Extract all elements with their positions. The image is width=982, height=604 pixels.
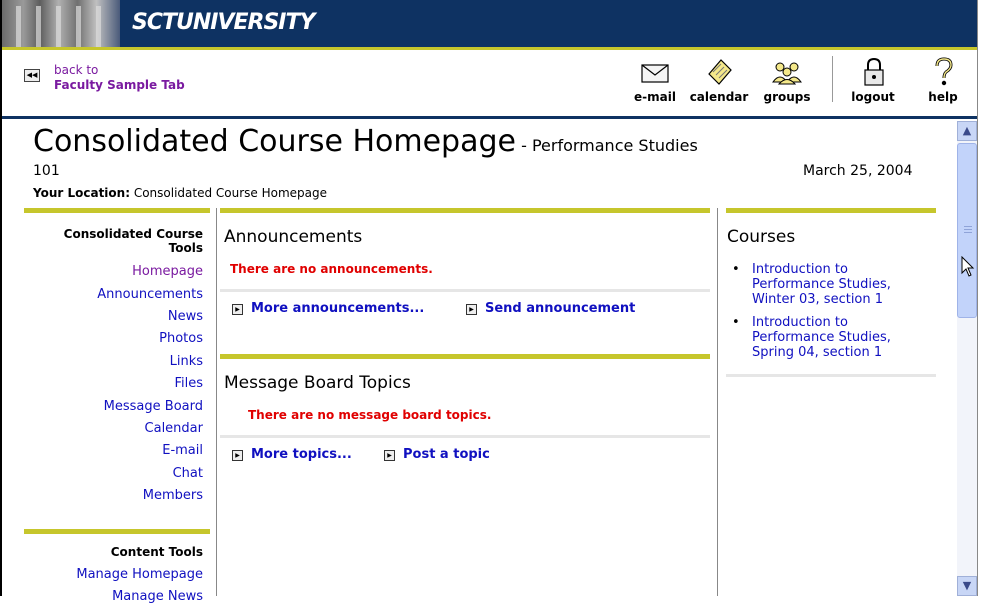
nav-link-chat[interactable]: Chat [40,466,203,481]
nav-link-email[interactable]: E-mail [40,443,203,458]
announcements-separator [220,289,710,292]
more-topics-label: More topics... [251,447,352,462]
nav-top-rule [24,208,210,213]
back-to-label[interactable]: back to [54,64,98,77]
help-button[interactable]: help [923,56,963,104]
scroll-up-icon[interactable]: ▲ [957,121,977,141]
course-list-item[interactable]: • Introduction to Performance Studies, S… [732,315,927,360]
groups-icon [772,62,802,85]
current-date: March 25, 2004 [803,163,913,179]
logout-button[interactable]: logout [848,56,898,104]
email-button[interactable]: e-mail [628,56,682,104]
calendar-label: calendar [689,90,749,104]
no-topics-message: There are no message board topics. [248,408,492,422]
message-board-separator [220,435,710,438]
campus-building-image [2,0,120,47]
scrollbar-thumb[interactable] [957,143,977,318]
nav-link-message-board[interactable]: Message Board [40,399,203,414]
bullet-icon: • [732,262,740,277]
page-subtitle: - Performance Studies [516,136,698,155]
no-announcements-message: There are no announcements. [230,262,433,276]
course-tools-heading: Consolidated Course Tools [63,227,203,255]
back-arrow-icon[interactable]: ◀◀ [24,69,40,82]
arrow-right-icon: ▶ [466,304,477,315]
logout-label: logout [851,90,895,104]
padlock-icon [864,57,884,86]
nav-link-members[interactable]: Members [40,488,203,503]
nav-link-manage-news[interactable]: Manage News [40,589,203,604]
message-board-rule [220,354,710,359]
column-divider-right [717,208,718,596]
more-topics-link[interactable]: ▶ More topics... [232,447,352,462]
envelope-icon [641,64,669,83]
message-board-title: Message Board Topics [224,373,411,393]
email-label: e-mail [634,90,676,104]
post-topic-link[interactable]: ▶ Post a topic [384,447,490,462]
help-label: help [928,90,958,104]
question-icon [935,57,953,86]
calendar-button[interactable]: calendar [686,56,752,104]
announcements-title: Announcements [224,227,363,247]
nav-link-calendar[interactable]: Calendar [40,421,203,436]
main-top-rule [220,208,710,213]
vertical-scrollbar[interactable]: ▲ ▼ [957,121,977,596]
course-number: 101 [33,163,60,179]
courses-top-rule [726,208,936,213]
toolbar-separator [832,56,833,102]
breadcrumb-label: Your Location: [33,186,131,200]
groups-button[interactable]: groups [757,56,817,104]
breadcrumb: Your Location: Consolidated Course Homep… [33,186,327,200]
breadcrumb-value: Consolidated Course Homepage [130,186,328,200]
arrow-right-icon: ▶ [384,450,395,461]
courses-separator [726,374,936,377]
nav-link-news[interactable]: News [40,309,203,324]
course-list-item[interactable]: • Introduction to Performance Studies, W… [732,262,927,307]
top-toolbar: ◀◀ back to Faculty Sample Tab e-mail cal… [2,50,977,116]
site-banner: SCTUNIVERSITY [2,0,977,47]
groups-label: groups [763,90,811,104]
send-announcement-label: Send announcement [485,301,636,316]
university-logo-text: SCTUNIVERSITY [132,10,315,35]
back-to-tab-link[interactable]: Faculty Sample Tab [54,78,185,92]
nav-link-manage-homepage[interactable]: Manage Homepage [40,567,203,582]
courses-title: Courses [727,227,796,247]
nav-link-photos[interactable]: Photos [40,331,203,346]
more-announcements-label: More announcements... [251,301,425,316]
nav-link-links[interactable]: Links [40,354,203,369]
arrow-right-icon: ▶ [232,304,243,315]
more-announcements-link[interactable]: ▶ More announcements... [232,301,424,316]
arrow-right-icon: ▶ [232,450,243,461]
course-link-spring-04[interactable]: Introduction to Performance Studies, Spr… [752,315,927,360]
bullet-icon: • [732,315,740,330]
toolbar-divider [2,116,977,119]
content-tools-heading: Content Tools [110,545,203,559]
post-topic-label: Post a topic [403,447,490,462]
nav-link-announcements[interactable]: Announcements [40,287,203,302]
calendar-icon [708,59,732,85]
nav-link-homepage[interactable]: Homepage [40,264,203,279]
scroll-down-icon[interactable]: ▼ [957,576,977,596]
content-tools-rule [24,529,210,534]
course-link-winter-03[interactable]: Introduction to Performance Studies, Win… [752,262,927,307]
mouse-pointer-icon [961,256,975,277]
nav-link-files[interactable]: Files [40,376,203,391]
column-divider-left [216,208,217,596]
send-announcement-link[interactable]: ▶ Send announcement [466,301,635,316]
page-title: Consolidated Course Homepage - Performan… [33,124,698,159]
page-title-text: Consolidated Course Homepage [33,124,516,159]
